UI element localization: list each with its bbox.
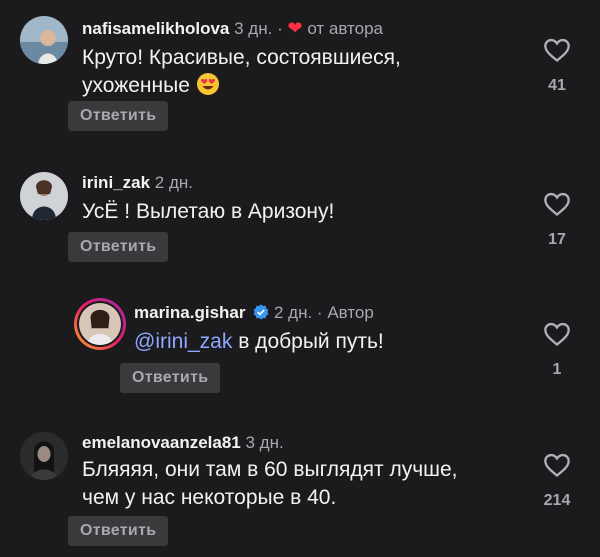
- comment-text: Круто! Красивые, состоявшиеся, ухоженные: [82, 46, 401, 97]
- avatar[interactable]: [20, 432, 68, 480]
- separator-dot: ·: [316, 303, 323, 322]
- separator-dot: ·: [277, 19, 283, 38]
- avatar-story-ring[interactable]: [74, 298, 126, 350]
- heart-outline-icon[interactable]: [543, 321, 571, 347]
- reply-button[interactable]: Ответить: [68, 232, 169, 262]
- avatar: [79, 303, 121, 345]
- reply-button[interactable]: Ответить: [68, 516, 169, 546]
- comments-list: nafisamelikholova 3 дн. · ❤ от автора Кр…: [0, 0, 600, 557]
- like-button[interactable]: 214: [537, 452, 577, 510]
- reply-button[interactable]: Ответить: [68, 101, 169, 131]
- username[interactable]: marina.gishar: [134, 303, 246, 322]
- like-count: 214: [543, 492, 571, 509]
- heart-icon: ❤: [287, 18, 303, 38]
- like-count: 1: [552, 361, 562, 378]
- username[interactable]: emelanovaanzela81: [82, 433, 241, 452]
- heart-outline-icon[interactable]: [543, 37, 571, 63]
- author-tag: Автор: [327, 303, 374, 322]
- like-count: 17: [548, 231, 566, 248]
- like-button[interactable]: 1: [537, 321, 577, 379]
- comment-text: Бляяяя, они там в 60 выглядят лучше, чем…: [82, 458, 458, 509]
- like-count: 41: [548, 77, 566, 94]
- username[interactable]: nafisamelikholova: [82, 19, 229, 38]
- timestamp: 3 дн.: [245, 433, 284, 452]
- like-button[interactable]: 41: [537, 37, 577, 95]
- timestamp: 2 дн.: [273, 303, 313, 322]
- username[interactable]: irini_zak: [82, 173, 150, 192]
- reply-button[interactable]: Ответить: [120, 363, 221, 393]
- timestamp: 2 дн.: [154, 173, 193, 192]
- heart-outline-icon[interactable]: [543, 191, 571, 217]
- comment-text: УсЁ ! Вылетаю в Аризону!: [82, 200, 335, 223]
- verified-badge-icon: [253, 304, 269, 320]
- comment-text: @irini_zak в добрый путь!: [134, 330, 384, 353]
- heart-eyes-emoji: [196, 72, 220, 96]
- avatar[interactable]: [20, 16, 68, 64]
- heart-outline-icon[interactable]: [543, 452, 571, 478]
- mention-link[interactable]: @irini_zak: [134, 330, 232, 353]
- avatar[interactable]: [20, 172, 68, 220]
- like-button[interactable]: 17: [537, 191, 577, 249]
- liked-by-author-tag: ❤ от автора: [287, 18, 383, 38]
- timestamp: 3 дн.: [234, 19, 273, 38]
